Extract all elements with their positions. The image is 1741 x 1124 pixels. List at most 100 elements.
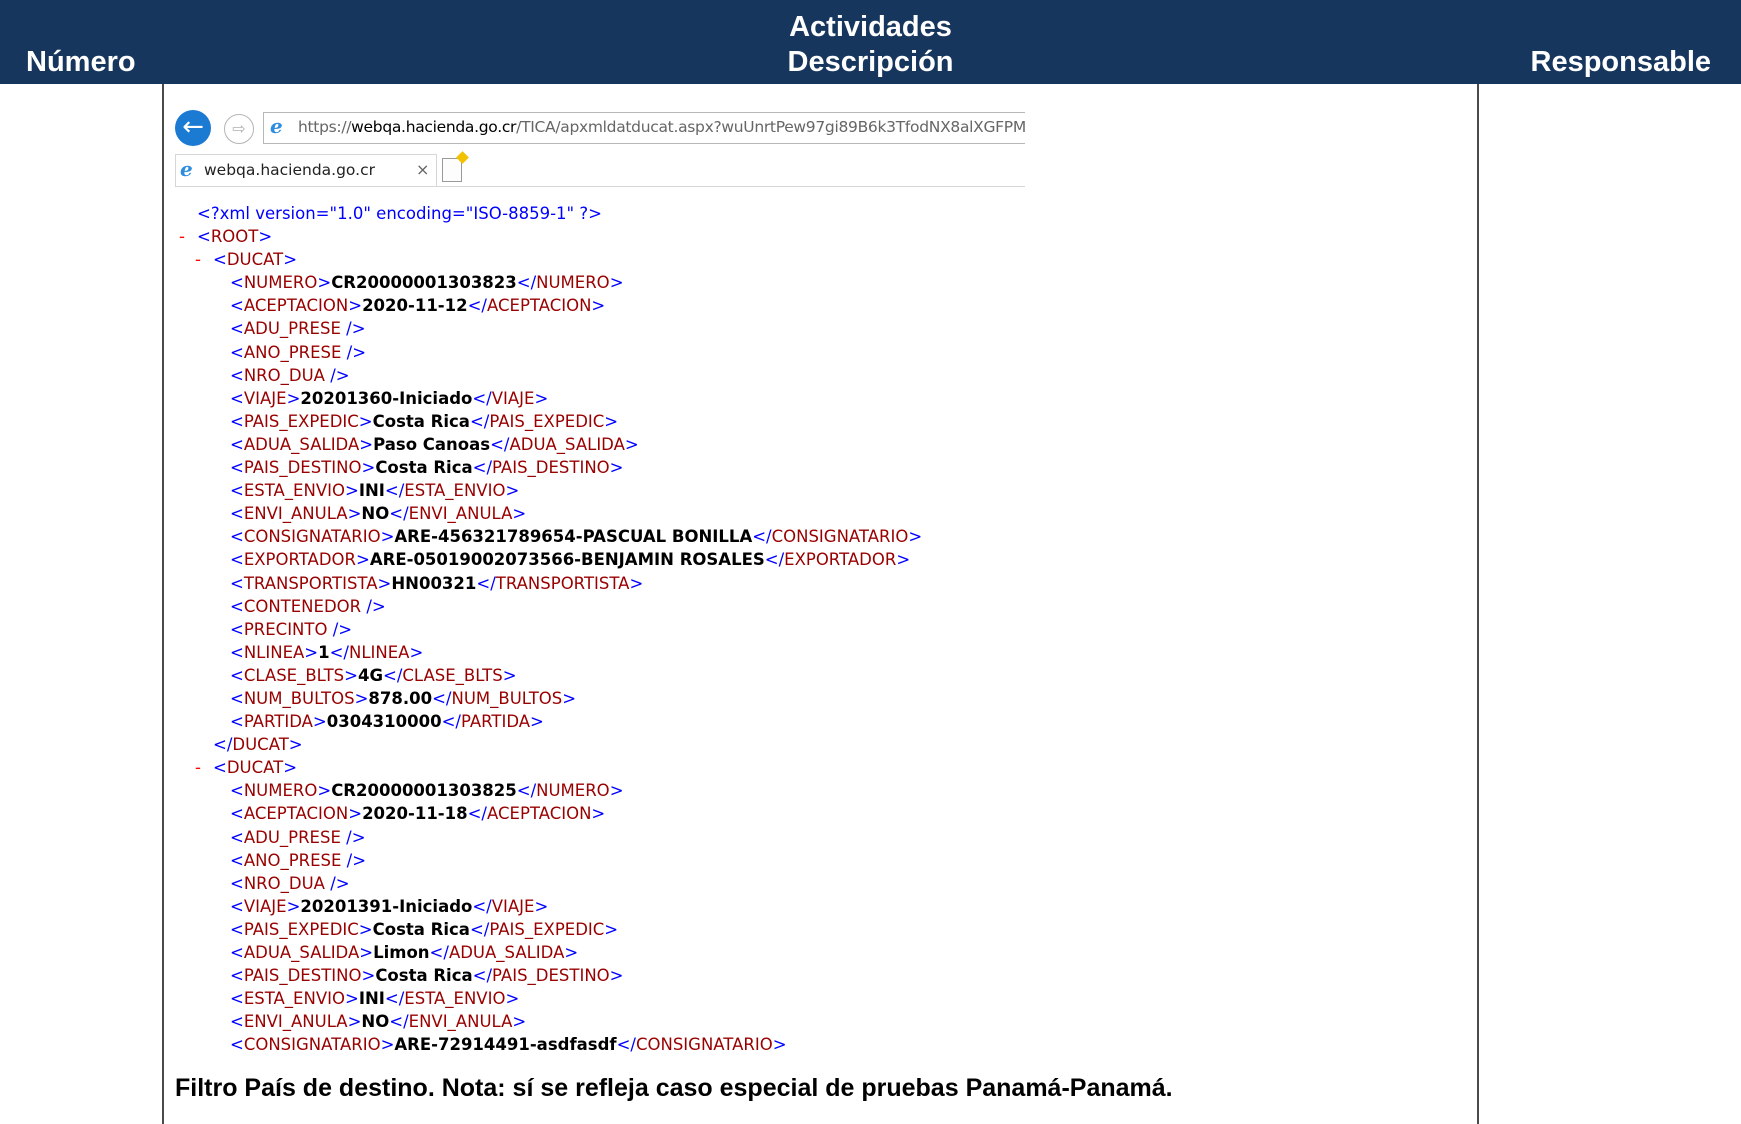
- xml-declaration-text: <?xml version="1.0" encoding="ISO-8859-1…: [197, 204, 602, 223]
- xml-field-value: INI: [358, 989, 385, 1009]
- header-descripcion: Descripción: [787, 46, 954, 78]
- xml-tag-name: DUCAT: [226, 250, 284, 270]
- xml-field-value: Limon: [373, 943, 430, 962]
- xml-field-value: 2020-11-12: [362, 296, 468, 316]
- xml-tag-name: NUMERO: [536, 273, 610, 293]
- xml-tag-name: PAIS_EXPEDIC: [489, 411, 605, 431]
- xml-tag-name: TRANSPORTISTA: [243, 573, 378, 593]
- xml-field: <PAIS_DESTINO>Costa Rica</PAIS_DESTINO>: [230, 966, 624, 986]
- xml-tag-name: PAIS_DESTINO: [243, 966, 362, 986]
- xml-tag-name: NUM_BULTOS: [243, 688, 355, 708]
- xml-tag-name: CONTENEDOR: [243, 596, 362, 616]
- xml-document: <?xml version="1.0" encoding="ISO-8859-1…: [175, 202, 1025, 1056]
- browser-screenshot: ← ⇨ e https://webqa.hacienda.go.cr/TICA/…: [175, 106, 1025, 1056]
- xml-tag-name: CLASE_BLTS: [402, 665, 503, 685]
- xml-tag-name: PRECINTO: [243, 619, 328, 639]
- xml-record-close: </DUCAT>: [213, 735, 303, 755]
- xml-field: <CONSIGNATARIO>ARE-72914491-asdfasdf</CO…: [230, 1035, 787, 1055]
- collapse-toggle[interactable]: -: [195, 756, 201, 779]
- xml-field: <ANO_PRESE />: [230, 850, 367, 870]
- internet-explorer-icon: e: [180, 157, 193, 181]
- browser-tab[interactable]: e webqa.hacienda.go.cr ×: [175, 154, 437, 186]
- xml-tag-name: CONSIGNATARIO: [635, 1035, 773, 1055]
- close-icon[interactable]: ×: [416, 160, 429, 179]
- xml-tag-name: NUMERO: [536, 781, 610, 801]
- xml-field: <TRANSPORTISTA>HN00321</TRANSPORTISTA>: [230, 573, 644, 593]
- xml-field-value: Costa Rica: [375, 966, 473, 986]
- xml-declaration: <?xml version="1.0" encoding="ISO-8859-1…: [175, 202, 1025, 225]
- xml-tag-name: CONSIGNATARIO: [771, 527, 909, 547]
- xml-tag-name: NUMERO: [243, 273, 318, 293]
- xml-field-value: 878.00: [368, 688, 433, 708]
- xml-field-value: 2020-11-18: [362, 804, 468, 824]
- xml-tag-name: ACEPTACION: [243, 296, 349, 316]
- xml-record-open: - <DUCAT>: [175, 756, 1025, 779]
- xml-tag-name: ADU_PRESE: [243, 827, 341, 847]
- internet-explorer-icon: e: [270, 114, 283, 138]
- xml-tag-name: ACEPTACION: [487, 804, 592, 824]
- xml-tag-name: ESTA_ENVIO: [404, 481, 506, 501]
- xml-field-value: HN00321: [391, 573, 477, 593]
- xml-tag-name: NUM_BULTOS: [451, 688, 563, 708]
- xml-field-value: 20201360-Iniciado: [300, 388, 473, 408]
- xml-tag-name: ROOT: [210, 227, 259, 247]
- xml-field-value: NO: [361, 1012, 390, 1032]
- xml-field: <ESTA_ENVIO>INI</ESTA_ENVIO>: [230, 989, 520, 1009]
- xml-tag-name: ENVI_ANULA: [243, 1012, 348, 1032]
- xml-field-value: Paso Canoas: [373, 434, 491, 454]
- xml-tag-name: PARTIDA: [243, 712, 313, 732]
- xml-tag-name: ENVI_ANULA: [243, 504, 348, 524]
- xml-field: <ADU_PRESE />: [230, 319, 366, 339]
- new-tab-icon[interactable]: [442, 151, 469, 182]
- collapse-toggle[interactable]: -: [195, 248, 201, 271]
- xml-field-value: CR20000001303823: [331, 273, 517, 293]
- xml-tag-name: PAIS_DESTINO: [492, 966, 610, 986]
- xml-field: <PARTIDA>0304310000</PARTIDA>: [230, 712, 544, 732]
- xml-field: <PAIS_EXPEDIC>Costa Rica</PAIS_EXPEDIC>: [230, 919, 619, 939]
- xml-tag-name: ADUA_SALIDA: [448, 943, 565, 962]
- arrow-right-icon[interactable]: ⇨: [224, 114, 254, 144]
- collapse-toggle[interactable]: -: [179, 225, 185, 248]
- xml-field: <ADUA_SALIDA>Limon</ADUA_SALIDA>: [230, 943, 579, 962]
- xml-field-value: 0304310000: [326, 712, 442, 732]
- xml-field: <VIAJE>20201391-Iniciado</VIAJE>: [230, 896, 549, 916]
- xml-field: <PAIS_EXPEDIC>Costa Rica</PAIS_EXPEDIC>: [230, 411, 619, 431]
- xml-tag-name: ANO_PRESE: [243, 342, 342, 362]
- xml-tag-name: NRO_DUA: [243, 365, 325, 385]
- xml-tag-name: NUMERO: [243, 781, 318, 801]
- caption: Filtro País de destino. Nota: sí se refl…: [175, 1074, 1173, 1102]
- xml-tag-name: CONSIGNATARIO: [243, 1035, 381, 1055]
- xml-field: <ANO_PRESE />: [230, 342, 367, 362]
- xml-tag-name: ESTA_ENVIO: [243, 989, 345, 1009]
- xml-field: <CONSIGNATARIO>ARE-456321789654-PASCUAL …: [230, 527, 923, 547]
- xml-tag-name: TRANSPORTISTA: [495, 573, 630, 593]
- xml-field-value: ARE-05019002073566-BENJAMIN ROSALES: [369, 550, 765, 570]
- xml-field: <ENVI_ANULA>NO</ENVI_ANULA>: [230, 1012, 527, 1032]
- xml-field: <ENVI_ANULA>NO</ENVI_ANULA>: [230, 504, 527, 524]
- xml-field: <EXPORTADOR>ARE-05019002073566-BENJAMIN …: [230, 550, 911, 570]
- tab-title: webqa.hacienda.go.cr: [204, 161, 375, 179]
- header-actividades: Actividades: [789, 11, 952, 43]
- xml-record-open: - <DUCAT>: [175, 248, 1025, 271]
- xml-field: <PRECINTO />: [230, 619, 353, 639]
- xml-tag-name: ANO_PRESE: [243, 850, 342, 870]
- xml-tag-name: ESTA_ENVIO: [404, 989, 506, 1009]
- arrow-left-icon[interactable]: ←: [175, 110, 211, 146]
- xml-tag-name: NLINEA: [349, 642, 410, 662]
- xml-tag-name: ADUA_SALIDA: [243, 943, 360, 962]
- table-header: Número Actividades Descripción Responsab…: [0, 0, 1741, 84]
- xml-tag-name: ADU_PRESE: [243, 319, 341, 339]
- xml-tag-name: ENVI_ANULA: [408, 1012, 513, 1032]
- xml-field: <CLASE_BLTS>4G</CLASE_BLTS>: [230, 665, 517, 685]
- xml-tag-name: ENVI_ANULA: [408, 504, 513, 524]
- xml-tag-name: PAIS_EXPEDIC: [243, 919, 359, 939]
- column-divider-left: [162, 84, 164, 1124]
- url-field[interactable]: e https://webqa.hacienda.go.cr/TICA/apxm…: [263, 112, 1025, 144]
- xml-field: <CONTENEDOR />: [230, 596, 386, 616]
- xml-field-value: Costa Rica: [375, 458, 473, 478]
- xml-tag-name: DUCAT: [232, 735, 289, 755]
- xml-tag-name: VIAJE: [243, 896, 287, 916]
- xml-tag-name: VIAJE: [491, 896, 535, 916]
- xml-root-open: - <ROOT>: [175, 225, 1025, 248]
- xml-tag-name: ADUA_SALIDA: [509, 434, 625, 454]
